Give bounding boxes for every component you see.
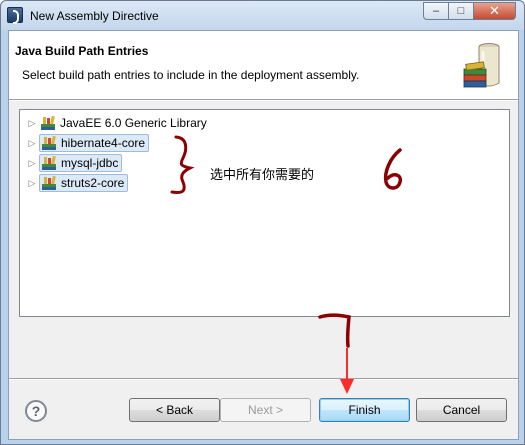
tree-item-hibernate4-core[interactable]: ▷ hibernate4-core	[25, 133, 150, 153]
minimize-button[interactable]: –	[423, 2, 449, 20]
tree-item-box: hibernate4-core	[39, 134, 150, 152]
tree-item-box: struts2-core	[39, 174, 129, 192]
window-controls: – □ ✕	[423, 2, 516, 20]
annotation-note: 选中所有你需要的	[210, 168, 315, 183]
cancel-button[interactable]: Cancel	[416, 398, 507, 422]
next-button: Next >	[220, 398, 311, 422]
tree-item-struts2-core[interactable]: ▷ struts2-core	[25, 173, 129, 193]
library-icon	[41, 115, 55, 130]
page-title: Java Build Path Entries	[15, 44, 149, 58]
finish-button[interactable]: Finish	[319, 398, 410, 422]
expand-arrow-icon[interactable]: ▷	[25, 133, 39, 153]
build-path-entries-tree[interactable]: ▷ JavaEE 6.0 Generic Library ▷ hibernate…	[19, 109, 510, 317]
page-description: Select build path entries to include in …	[22, 68, 360, 82]
title-bar[interactable]: New Assembly Directive – □ ✕	[1, 1, 524, 30]
expand-arrow-icon[interactable]: ▷	[25, 173, 39, 193]
header-separator	[9, 99, 518, 101]
window-title: New Assembly Directive	[30, 9, 159, 23]
expand-arrow-icon[interactable]: ▷	[25, 153, 39, 173]
tree-item-box: JavaEE 6.0 Generic Library	[39, 115, 207, 131]
library-icon	[42, 175, 56, 190]
dialog-client-area: Java Build Path Entries Select build pat…	[8, 30, 519, 440]
library-icon	[42, 155, 56, 170]
dialog-window: New Assembly Directive – □ ✕ Java Build …	[0, 0, 525, 445]
back-button[interactable]: < Back	[129, 398, 220, 422]
button-bar-separator	[9, 378, 518, 380]
tree-item-box: mysql-jdbc	[39, 154, 123, 172]
wizard-header: Java Build Path Entries Select build pat…	[9, 31, 518, 99]
maximize-button[interactable]: □	[448, 2, 474, 20]
library-icon	[42, 135, 56, 150]
help-button[interactable]: ?	[25, 400, 47, 422]
library-jar-icon	[463, 43, 500, 88]
eclipse-app-icon	[7, 7, 23, 24]
expand-arrow-icon[interactable]: ▷	[25, 113, 39, 133]
close-button[interactable]: ✕	[473, 2, 516, 20]
tree-item-label: mysql-jdbc	[61, 156, 119, 170]
tree-item-javaee-library[interactable]: ▷ JavaEE 6.0 Generic Library	[25, 113, 207, 133]
tree-item-label: struts2-core	[61, 176, 125, 190]
tree-item-mysql-jdbc[interactable]: ▷ mysql-jdbc	[25, 153, 123, 173]
tree-item-label: JavaEE 6.0 Generic Library	[60, 116, 207, 130]
tree-item-label: hibernate4-core	[61, 136, 146, 150]
